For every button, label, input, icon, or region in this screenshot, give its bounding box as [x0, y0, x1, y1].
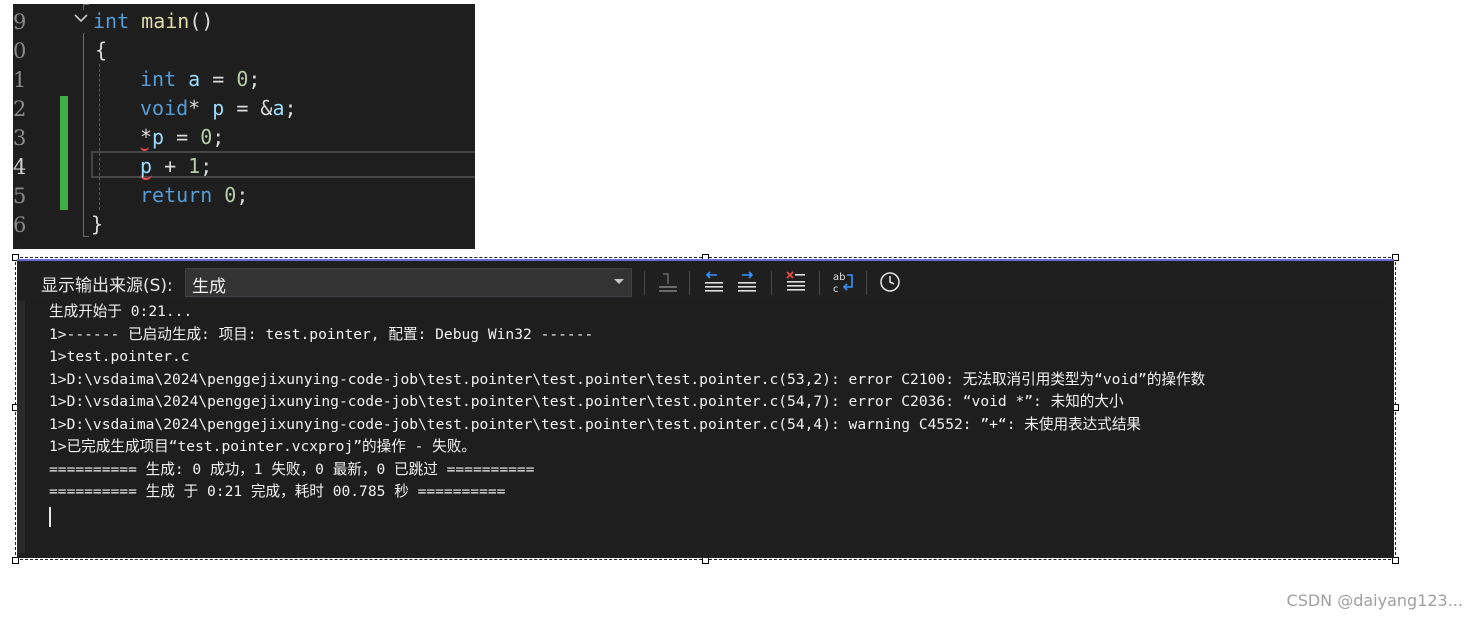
output-toolbar: 显示输出来源(S): 生成 ab c [17, 261, 1394, 301]
toolbar-separator [644, 271, 645, 295]
code-token: * [188, 96, 213, 120]
svg-text:c: c [833, 284, 839, 295]
code-token: + [152, 154, 189, 178]
resize-handle[interactable] [12, 557, 19, 564]
watermark: CSDN @daiyang123... [1286, 591, 1463, 610]
svg-text:ab: ab [833, 272, 845, 283]
code-line[interactable]: return 0; [140, 181, 248, 210]
next-message-icon[interactable] [734, 269, 760, 295]
output-window: 显示输出来源(S): 生成 ab c 生成开始于 0:21... 1>-----… [17, 259, 1394, 558]
indent-guide [99, 64, 100, 210]
code-line[interactable]: { [95, 36, 107, 65]
chevron-down-icon [613, 273, 625, 292]
code-token: p [152, 125, 165, 149]
line-number: 2 [13, 97, 27, 121]
output-line: ========== 生成 于 0:21 完成，耗时 00.785 秒 ====… [49, 483, 506, 500]
code-editor[interactable]: 9 0 1 2 3 4 5 6 int main() { int a = 0; … [13, 4, 475, 249]
output-line: 1>test.pointer.c [49, 348, 190, 365]
code-token: 0 [224, 183, 237, 207]
code-token: a [272, 96, 285, 120]
line-number: 3 [13, 126, 27, 150]
code-token: = [200, 67, 237, 91]
go-to-code-icon[interactable] [655, 269, 681, 295]
code-token: ; [284, 96, 297, 120]
code-token: 1 [188, 154, 201, 178]
word-wrap-icon[interactable]: ab c [830, 269, 856, 295]
code-token: ; [212, 125, 225, 149]
output-line: ========== 生成: 0 成功，1 失败，0 最新，0 已跳过 ====… [49, 460, 535, 478]
toolbar-separator [819, 271, 820, 295]
code-line[interactable]: int main() [93, 7, 213, 36]
code-token: = & [224, 96, 273, 120]
code-token: ; [248, 67, 261, 91]
toolbar-separator [866, 271, 867, 295]
output-line: 1>已完成生成项目“test.pointer.vcxproj”的操作 - 失败。 [49, 438, 476, 455]
code-token: } [91, 212, 104, 236]
code-token: p [212, 96, 225, 120]
code-line[interactable]: *p = 0; [140, 123, 224, 152]
code-line[interactable]: int a = 0; [140, 65, 260, 94]
line-number: 0 [13, 39, 27, 63]
code-token: ; [236, 183, 249, 207]
fold-chevron-icon[interactable] [73, 10, 89, 29]
output-text-area[interactable]: 生成开始于 0:21... 1>------ 已启动生成: 项目: test.p… [25, 301, 1385, 553]
text-caret [49, 507, 51, 527]
output-line: 1>D:\vsdaima\2024\penggejixunying-code-j… [49, 415, 1142, 433]
line-number: 5 [13, 184, 27, 208]
line-number: 1 [13, 68, 27, 92]
toolbar-separator [771, 271, 772, 295]
toolbar-separator [689, 271, 690, 295]
output-source-label: 显示输出来源(S): [41, 276, 173, 296]
output-line: 1>------ 已启动生成: 项目: test.pointer, 配置: De… [49, 325, 594, 343]
code-token: main [141, 9, 190, 33]
output-line: 1>D:\vsdaima\2024\penggejixunying-code-j… [49, 370, 1206, 388]
code-token: int [93, 9, 130, 33]
timestamp-icon[interactable] [877, 269, 903, 295]
line-number: 9 [13, 10, 27, 34]
code-token: () [189, 9, 214, 33]
code-line[interactable]: void* p = &a; [140, 94, 297, 123]
code-token: int [140, 67, 177, 91]
previous-message-icon[interactable] [701, 269, 727, 295]
code-token: 0 [236, 67, 249, 91]
code-token: = [164, 125, 201, 149]
code-token: a [188, 67, 201, 91]
resize-handle[interactable] [1392, 557, 1399, 564]
output-line: 1>D:\vsdaima\2024\penggejixunying-code-j… [49, 393, 1124, 410]
output-margin [17, 301, 25, 553]
code-token: ; [200, 154, 213, 178]
outline-bracket [83, 33, 84, 236]
line-number: 6 [13, 213, 27, 237]
code-line[interactable]: } [91, 210, 103, 239]
code-token: { [95, 38, 108, 62]
code-token: return [140, 183, 213, 207]
output-line: 生成开始于 0:21... [49, 303, 193, 320]
code-token: void [140, 96, 189, 120]
change-indicator-bar [60, 96, 68, 210]
clear-all-icon[interactable] [783, 269, 809, 295]
resize-handle[interactable] [702, 557, 709, 564]
code-token: 0 [200, 125, 213, 149]
output-source-dropdown[interactable]: 生成 [185, 268, 632, 297]
output-source-value: 生成 [192, 277, 226, 297]
line-number: 4 [13, 155, 27, 179]
